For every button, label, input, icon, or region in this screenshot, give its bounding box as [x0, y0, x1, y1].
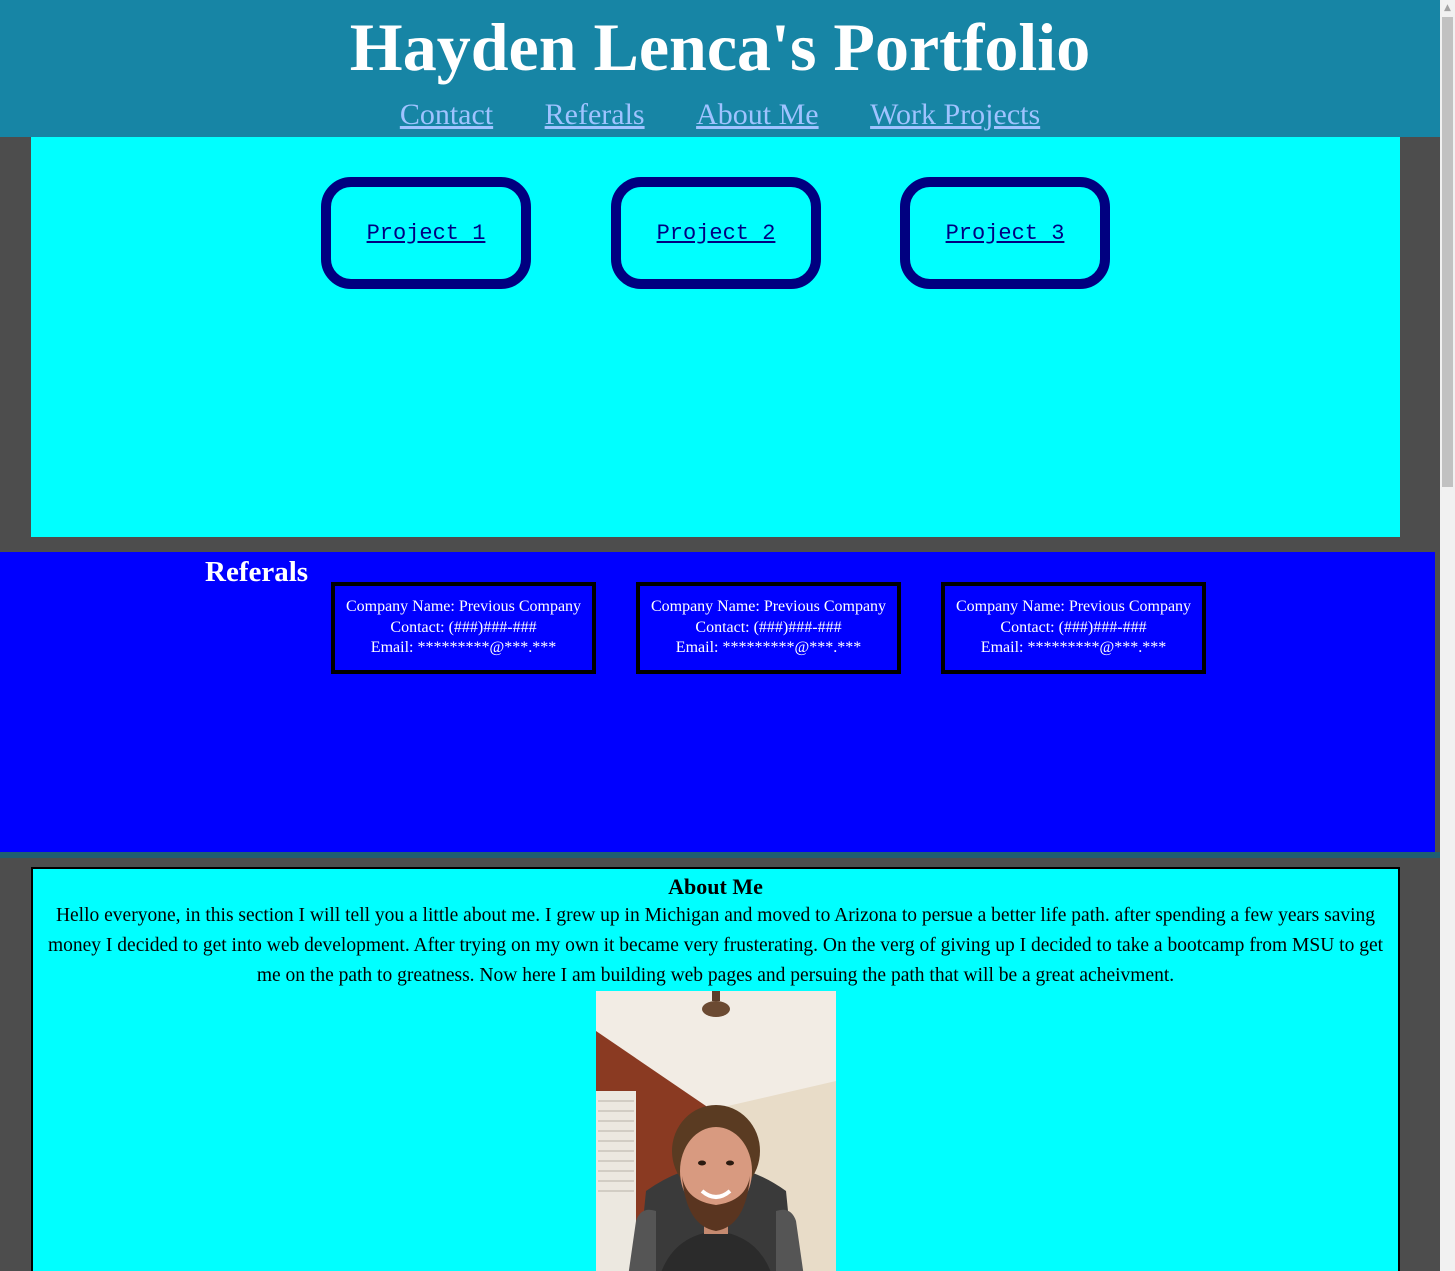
- profile-photo: [595, 991, 836, 1271]
- vertical-scrollbar[interactable]: ▲: [1440, 0, 1455, 1271]
- referal-contact: Contact: (###)###-###: [390, 618, 537, 636]
- site-header: Hayden Lenca's Portfolio Contact Referal…: [0, 0, 1440, 137]
- nav-link-about-me[interactable]: About Me: [696, 98, 819, 131]
- referal-card-3: Company Name: Previous Company Contact: …: [941, 582, 1206, 674]
- project-link-1[interactable]: Project 1: [367, 221, 486, 246]
- referal-card-2: Company Name: Previous Company Contact: …: [636, 582, 901, 674]
- project-card-3[interactable]: Project 3: [900, 177, 1110, 289]
- project-card-1[interactable]: Project 1: [321, 177, 531, 289]
- work-projects-section: Project 1 Project 2 Project 3: [31, 137, 1400, 537]
- referal-contact: Contact: (###)###-###: [695, 618, 842, 636]
- referal-company: Company Name: Previous Company: [955, 598, 1192, 616]
- main-nav: Contact Referals About Me Work Projects: [0, 95, 1440, 135]
- about-text: Hello everyone, in this section I will t…: [47, 905, 1384, 986]
- referals-title: Referals: [205, 556, 309, 588]
- about-title: About Me: [668, 874, 763, 899]
- nav-link-referals[interactable]: Referals: [545, 98, 645, 131]
- project-card-2[interactable]: Project 2: [611, 177, 821, 289]
- project-link-3[interactable]: Project 3: [946, 221, 1065, 246]
- scroll-up-arrow-icon[interactable]: ▲: [1440, 0, 1455, 17]
- referal-company: Company Name: Previous Company: [345, 598, 582, 616]
- referals-section: Referals Company Name: Previous Company …: [0, 552, 1435, 852]
- referal-email: Email: *********@***.***: [370, 639, 557, 657]
- nav-link-contact[interactable]: Contact: [400, 98, 493, 131]
- referal-email: Email: *********@***.***: [980, 639, 1167, 657]
- page: Hayden Lenca's Portfolio Contact Referal…: [0, 0, 1455, 1271]
- scrollbar-thumb[interactable]: [1442, 17, 1453, 487]
- referal-company: Company Name: Previous Company: [650, 598, 887, 616]
- referal-contact: Contact: (###)###-###: [1000, 618, 1147, 636]
- about-me-section: About Me Hello everyone, in this section…: [31, 867, 1400, 1271]
- section-divider: [0, 852, 1440, 858]
- site-title: Hayden Lenca's Portfolio: [349, 9, 1091, 85]
- referal-card-1: Company Name: Previous Company Contact: …: [331, 582, 596, 674]
- referal-email: Email: *********@***.***: [675, 639, 862, 657]
- project-link-2[interactable]: Project 2: [657, 221, 776, 246]
- nav-link-work-projects[interactable]: Work Projects: [870, 98, 1040, 131]
